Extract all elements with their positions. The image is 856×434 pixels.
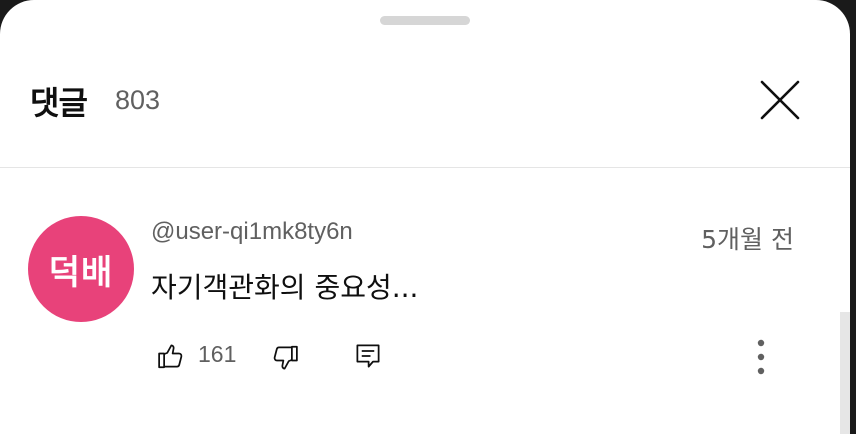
- dislike-button[interactable]: [268, 341, 302, 375]
- comment-text[interactable]: 자기객관화의 중요성...: [151, 266, 418, 306]
- close-icon: [760, 80, 800, 120]
- thumbs-down-icon: [273, 345, 298, 370]
- avatar-text: 덕배: [48, 252, 114, 293]
- comment-author[interactable]: @user-qi1mk8ty6n: [151, 218, 353, 246]
- comments-title: 댓글: [30, 84, 88, 122]
- thumbs-up-icon: [158, 344, 183, 369]
- more-vertical-icon: [757, 339, 765, 375]
- header-divider: [0, 167, 850, 168]
- drag-handle[interactable]: [380, 16, 470, 25]
- like-count: 161: [198, 341, 237, 367]
- comment-item: 덕배 @user-qi1mk8ty6n 5개월 전 자기객관화의 중요성... …: [0, 200, 850, 400]
- close-button[interactable]: [752, 72, 808, 128]
- comments-header: 댓글 803: [0, 60, 850, 140]
- more-options-button[interactable]: [744, 335, 778, 379]
- like-button[interactable]: [154, 339, 188, 373]
- reply-icon: [356, 344, 380, 368]
- avatar[interactable]: 덕배: [28, 216, 134, 322]
- comments-count: 803: [115, 85, 161, 115]
- comment-timestamp: 5개월 전: [701, 225, 794, 254]
- reply-button[interactable]: [351, 339, 385, 373]
- scrollbar[interactable]: [840, 312, 850, 434]
- comments-sheet: 댓글 803 덕배 @user-qi1mk8ty6n 5개월 전 자기객관화의 …: [0, 0, 850, 434]
- comment-actions: 161: [0, 335, 850, 375]
